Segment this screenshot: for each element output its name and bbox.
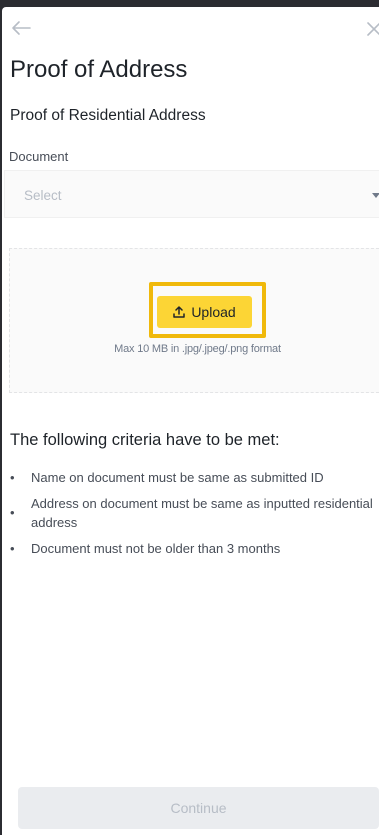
document-field-label: Document — [9, 149, 69, 164]
proof-of-address-panel: Proof of Address Proof of Residential Ad… — [2, 7, 379, 835]
continue-button[interactable]: Continue — [18, 787, 379, 829]
upload-icon — [173, 306, 186, 318]
section-title: Proof of Residential Address — [10, 107, 206, 124]
criteria-item: • Name on document must be same as submi… — [8, 468, 378, 487]
arrow-left-icon[interactable] — [10, 19, 32, 37]
bullet-icon: • — [10, 541, 15, 556]
upload-format-hint: Max 10 MB in .jpg/.jpeg/.png format — [114, 343, 281, 355]
criteria-item: • Document must not be older than 3 mont… — [8, 539, 378, 558]
bullet-icon: • — [10, 470, 15, 485]
document-select-placeholder: Select — [24, 188, 62, 203]
criteria-item-text: Document must not be older than 3 months — [31, 541, 281, 556]
caret-down-icon — [372, 193, 379, 198]
document-select[interactable]: Select — [4, 170, 379, 218]
criteria-item-text: Address on document must be same as inpu… — [31, 496, 373, 530]
bullet-icon: • — [10, 505, 15, 520]
criteria-list: • Name on document must be same as submi… — [8, 468, 378, 558]
criteria-item-text: Name on document must be same as submitt… — [31, 470, 324, 485]
criteria-title: The following criteria have to be met: — [10, 431, 280, 449]
screen-backdrop: Proof of Address Proof of Residential Ad… — [0, 0, 379, 835]
upload-dropzone[interactable]: Upload Max 10 MB in .jpg/.jpeg/.png form… — [9, 248, 379, 393]
upload-button[interactable]: Upload — [157, 296, 252, 328]
criteria-item: • Address on document must be same as in… — [8, 494, 378, 532]
upload-button-label: Upload — [191, 304, 236, 320]
close-icon[interactable] — [366, 21, 379, 37]
page-title: Proof of Address — [10, 56, 188, 83]
continue-button-label: Continue — [170, 800, 227, 816]
